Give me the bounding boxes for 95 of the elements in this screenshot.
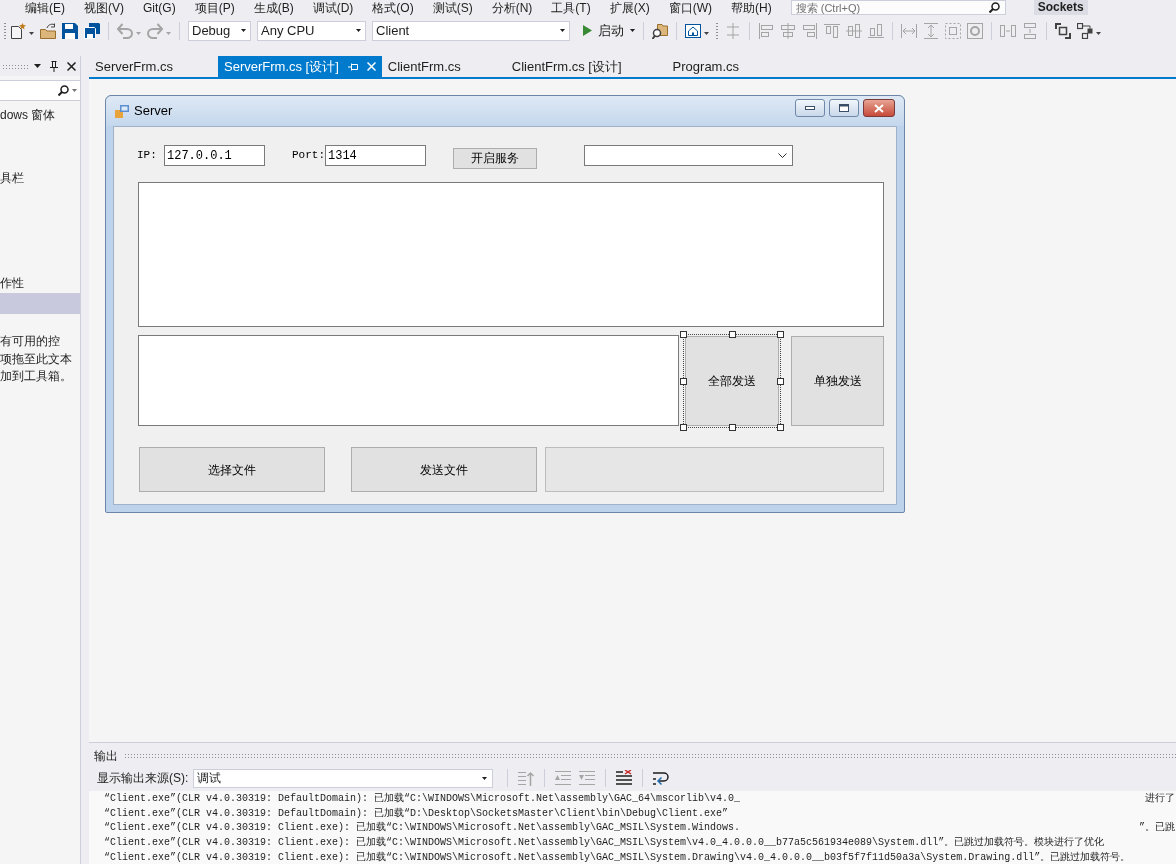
search-icon xyxy=(58,85,69,96)
caret-icon[interactable] xyxy=(482,776,488,780)
send-one-button[interactable]: 单独发送 xyxy=(791,336,884,426)
ip-label: IP: xyxy=(137,148,158,164)
close-icon xyxy=(874,103,884,113)
minimize-icon xyxy=(805,106,815,110)
toolbox-item[interactable]: dows 窗体 xyxy=(0,104,80,125)
menu-item[interactable]: 工具(T) xyxy=(551,0,591,15)
menu-item[interactable]: 视图(V) xyxy=(84,0,124,15)
output-line: “Client.exe”(CLR v4.0.30319: Client.exe): 已加载“C:\WINDOWS\Microsoft.Net\assembly\GAC_MSIL\System\v4.0_4.0.0.0__b77a5c561934e089\System.dll”。已跳过加载符号。模块进行了优化 xyxy=(104,836,1105,851)
nodes-icon[interactable] xyxy=(1077,22,1093,39)
send-file-button[interactable]: 发送文件 xyxy=(351,447,537,492)
toolbox-item[interactable]: 作性 xyxy=(0,272,80,293)
save-all-icon[interactable] xyxy=(84,22,100,39)
caret-icon[interactable] xyxy=(356,29,361,32)
maximize-button[interactable] xyxy=(829,99,859,117)
output-line: “Client.exe”(CLR v4.0.30319: Client.exe): 已加载“C:\WINDOWS\Microsoft.Net\assembly\GAC_MSIL\System.Windows. xyxy=(104,821,741,836)
menu-item[interactable]: 帮助(H) xyxy=(731,0,772,15)
window-title: Server xyxy=(134,102,173,121)
pin-icon[interactable] xyxy=(50,60,58,72)
output-source-label: 显示输出来源(S): xyxy=(97,770,189,787)
caret-icon[interactable] xyxy=(241,29,246,32)
menu-item[interactable]: 测试(S) xyxy=(432,0,473,15)
open-folder-icon[interactable] xyxy=(40,22,56,39)
toolbox-item[interactable]: 具栏 xyxy=(0,167,80,188)
menu-item[interactable]: 编辑(E) xyxy=(25,0,65,15)
menu-item[interactable]: 格式(O) xyxy=(372,0,414,15)
output-title: 输出 xyxy=(94,747,118,765)
document-tab[interactable]: ClientFrm.cs xyxy=(381,56,506,77)
output-line: “Client.exe”(CLR v4.0.30319: DefaultDomain): 已加载“C:\WINDOWS\Microsoft.Net\assembly\GAC_64\mscorlib\v4.0_ xyxy=(104,792,741,807)
start-service-button[interactable]: 开启服务 xyxy=(453,147,537,169)
save-icon[interactable] xyxy=(62,22,78,39)
app-icon xyxy=(115,104,129,118)
resize-handle[interactable] xyxy=(729,331,736,338)
output-line: “Client.exe”(CLR v4.0.30319: DefaultDomain): 已加载“D:\Desktop\SocketsMaster\Client\bin\Debug\Client.exe” xyxy=(104,806,729,821)
caret-icon[interactable] xyxy=(34,64,41,68)
resize-handle[interactable] xyxy=(729,424,736,431)
resize-handle[interactable] xyxy=(680,331,687,338)
play-icon xyxy=(583,25,592,36)
resize-handle[interactable] xyxy=(777,331,784,338)
home-window-icon[interactable] xyxy=(685,22,701,39)
maximize-icon xyxy=(839,104,849,112)
empty-toolbox-message: 有可用的控 xyxy=(0,333,61,350)
send-all-button[interactable]: 全部发送 xyxy=(685,336,779,426)
expand-icon[interactable] xyxy=(1055,22,1071,39)
minimize-button[interactable] xyxy=(795,99,825,117)
empty-toolbox-message: 加到工具箱。 xyxy=(0,368,73,385)
resize-handle[interactable] xyxy=(777,378,784,385)
document-tab[interactable]: ClientFrm.cs [设计] xyxy=(505,56,667,77)
startup-project-dropdown[interactable]: Client xyxy=(372,20,570,41)
caret-icon[interactable] xyxy=(29,32,34,35)
empty-toolbox-message: 项拖至此文本 xyxy=(0,350,73,368)
new-file-icon[interactable] xyxy=(10,22,26,39)
toolbar-grip[interactable] xyxy=(3,21,7,40)
folder-search-icon[interactable] xyxy=(652,22,668,39)
ip-field[interactable]: 127.0.0.1 xyxy=(164,145,265,166)
port-label: Port: xyxy=(292,148,325,164)
search-icon xyxy=(988,2,1000,13)
menu-item[interactable]: 分析(N) xyxy=(491,0,533,15)
menu-item[interactable]: 调试(D) xyxy=(312,0,354,15)
configuration-dropdown[interactable]: Debug xyxy=(188,20,251,41)
message-field[interactable] xyxy=(138,335,679,426)
menu-item[interactable]: 扩展(X) xyxy=(609,0,650,15)
resize-handle[interactable] xyxy=(680,424,687,431)
choose-file-button[interactable]: 选择文件 xyxy=(139,447,325,492)
caret-icon[interactable] xyxy=(1096,32,1101,35)
resize-handle[interactable] xyxy=(777,424,784,431)
document-tab[interactable]: Program.cs xyxy=(666,56,785,77)
chevron-down-icon xyxy=(778,153,787,158)
document-tab[interactable]: ServerFrm.cs xyxy=(89,56,218,77)
output-line-end: ”。已跳 xyxy=(1139,821,1176,836)
toolbox-search-field[interactable] xyxy=(0,80,80,101)
menu-item[interactable]: 项目(P) xyxy=(194,0,235,15)
toolbar-grip[interactable] xyxy=(715,21,719,40)
menu-item[interactable]: 窗口(W) xyxy=(668,0,712,15)
log-field[interactable] xyxy=(138,182,884,327)
port-field[interactable]: 1314 xyxy=(325,145,426,166)
search-field[interactable]: 搜索 (Ctrl+Q) xyxy=(790,0,1006,15)
caret-icon[interactable] xyxy=(704,32,709,35)
output-source-dropdown[interactable]: 调试 xyxy=(193,768,494,788)
close-icon[interactable] xyxy=(67,61,76,71)
output-line: “Client.exe”(CLR v4.0.30319: Client.exe): 已加载“C:\WINDOWS\Microsoft.Net\assembly\GAC_MSIL\System.Drawing\v4.0_4.0.0.0__b03f5f7f11d50a3a\System.Drawing.dll”。已跳过加载符号。 xyxy=(104,850,1131,864)
caret-icon[interactable] xyxy=(630,29,635,32)
clear-list-icon[interactable] xyxy=(616,770,633,786)
menu-item[interactable]: Git(G) xyxy=(143,0,176,15)
output-line-end: 进行了 xyxy=(1145,792,1176,807)
word-wrap-icon[interactable] xyxy=(653,770,670,786)
caret-icon[interactable] xyxy=(560,29,565,32)
menu-item[interactable]: 生成(B) xyxy=(253,0,294,15)
close-button[interactable] xyxy=(863,99,895,117)
client-dropdown[interactable] xyxy=(584,145,793,166)
start-button[interactable]: 启动 xyxy=(580,20,627,41)
resize-handle[interactable] xyxy=(680,378,687,385)
platform-dropdown[interactable]: Any CPU xyxy=(257,20,366,41)
solution-name: Sockets xyxy=(1033,0,1088,15)
